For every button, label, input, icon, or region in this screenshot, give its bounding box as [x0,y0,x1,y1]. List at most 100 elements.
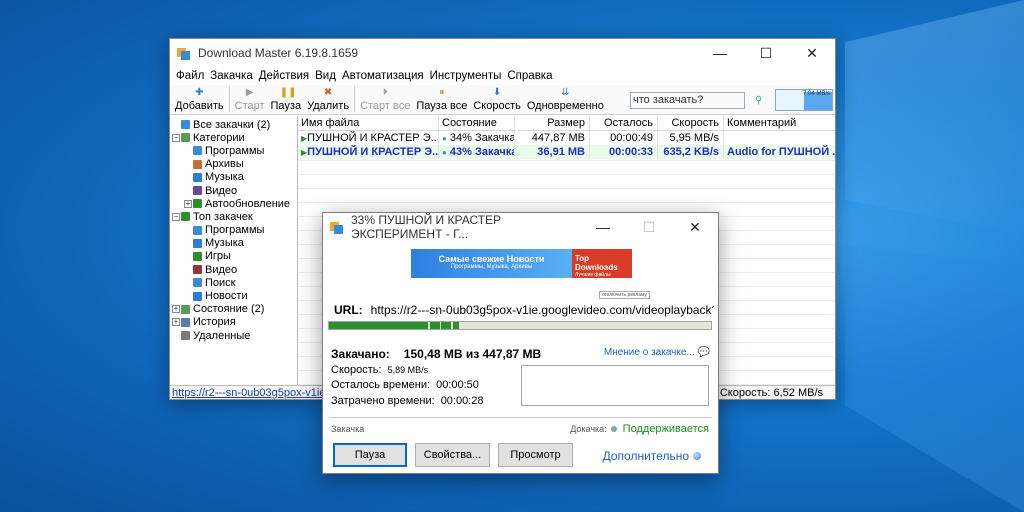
speed-arrow-icon: ⬇ [492,87,502,98]
menu-bar: Файл Закачка Действия Вид Автоматизация … [170,67,835,85]
expand-icon[interactable]: + [172,305,180,314]
col-filename[interactable]: Имя файла [298,116,439,130]
progress-dialog: 33% ПУШНОЙ И КРАСТЕР ЭКСПЕРИМЕНТ - Г... … [322,212,719,474]
menu-file[interactable]: Файл [173,70,207,82]
tree-item[interactable]: Видео [170,263,297,276]
tree-item[interactable]: Удаленные [170,329,297,342]
tree-item[interactable]: Поиск [170,276,297,289]
start-all-button[interactable]: ⏵ Старт все [357,87,413,112]
cell-speed: 635,2 KB/s [658,145,724,159]
speed-button[interactable]: ⬇ Скорость [470,87,524,112]
table-row[interactable]: ▶ПУШНОЙ И КРАСТЕР Э... ● 34% Закачка 447… [298,131,835,145]
expand-icon[interactable]: + [172,318,180,327]
tree-item[interactable]: Программы [170,144,297,157]
main-titlebar[interactable]: Download Master 6.19.8.1659 — ☐ ✕ [170,39,835,67]
search-input[interactable]: что закачать? [630,92,745,109]
speed-graph-label: 7.04 MB/s [802,91,830,97]
tree-item[interactable]: − Топ закачек [170,210,297,223]
menu-actions[interactable]: Действия [256,70,312,82]
tree-item[interactable]: Архивы [170,158,297,171]
tree-item-label: Игры [205,250,231,263]
toolbar: ✚ Добавить ▶ Старт ❚❚ Пауза ✖ Удалить ⏵ Старт… [170,85,835,115]
pause-all-button[interactable]: ⏸ Пауза все [413,87,470,112]
tree-item-label: Музыка [205,171,244,184]
cell-size: 36,91 MB [515,145,590,159]
downloaded-value: 150,48 MB из 447,87 MB [403,347,542,361]
minimize-icon[interactable]: — [697,39,743,67]
dialog-titlebar[interactable]: 33% ПУШНОЙ И КРАСТЕР ЭКСПЕРИМЕНТ - Г... … [323,213,718,241]
folder-icon [181,120,190,130]
tree-item-label: Музыка [205,237,244,250]
tree-item[interactable]: Музыка [170,237,297,250]
ad-banner[interactable]: Самые свежие Новости Программы, Музыка, … [411,249,632,278]
tree-item[interactable]: Новости [170,289,297,302]
pause-dialog-button[interactable]: Пауза [333,443,407,467]
tree-item[interactable]: + Состояние (2) [170,303,297,316]
elapsed-row: Затрачено времени: 00:00:28 [331,395,484,407]
delete-button[interactable]: ✖ Удалить [304,87,352,112]
add-button[interactable]: ✚ Добавить [172,87,227,112]
start-label: Старт [234,100,265,112]
download-progress-bar [328,321,712,330]
folder-icon [193,186,202,196]
menu-download[interactable]: Закачка [207,70,255,82]
speed-stat-label: Скорость: [331,364,382,376]
tree-item[interactable]: Музыка [170,171,297,184]
col-size[interactable]: Размер [515,116,590,130]
menu-tools[interactable]: Инструменты [427,70,505,82]
tree-item-label: Автообновление [205,197,291,210]
menu-help[interactable]: Справка [504,70,555,82]
collapse-icon[interactable]: − [172,212,180,221]
more-link[interactable]: Дополнительно [603,449,701,463]
col-comment[interactable]: Комментарий [724,116,835,130]
pause-label: Пауза [270,100,302,112]
maximize-icon[interactable]: ☐ [626,213,672,241]
folder-icon [193,238,202,248]
close-icon[interactable]: ✕ [789,39,835,67]
opinion-link[interactable]: Мнение о закачке... 💬 [604,347,710,358]
search-area: что закачать? ⚲ [630,92,769,109]
menu-view[interactable]: Вид [312,70,339,82]
collapse-icon[interactable]: − [172,133,180,142]
add-label: Добавить [175,100,224,112]
start-button[interactable]: ▶ Старт [232,87,268,112]
preview-button[interactable]: Просмотр [498,443,573,467]
search-icon[interactable]: ⚲ [755,95,769,106]
col-remaining[interactable]: Осталось [590,116,658,130]
col-speed[interactable]: Скорость [658,116,724,130]
desktop-light-beam [845,245,1024,512]
tree-item[interactable]: + История [170,316,297,329]
table-row[interactable]: ▶ПУШНОЙ И КРАСТЕР Э... ● 43% Закачка 36,… [298,145,835,159]
pause-all-label: Пауза все [416,100,468,112]
maximize-icon[interactable]: ☐ [743,39,789,67]
tree-item[interactable]: + Автообновление [170,197,297,210]
cell-filename: ▶ПУШНОЙ И КРАСТЕР Э... [298,145,439,159]
tree-item[interactable]: Все закачки (2) [170,118,297,131]
folder-icon [193,291,202,301]
remaining-label: Осталось времени: [331,379,431,391]
tree-item[interactable]: Программы [170,224,297,237]
delete-label: Удалить [307,100,350,112]
section-label: Закачка [331,424,365,434]
expand-icon[interactable]: + [184,199,192,208]
simultaneous-icon: ⇊ [561,87,570,98]
tree-item[interactable]: Видео [170,184,297,197]
minimize-icon[interactable]: — [580,213,626,241]
col-state[interactable]: Состояние [439,116,515,130]
downloaded-row: Закачано: 150,48 MB из 447,87 MB [331,347,541,361]
properties-button[interactable]: Свойства... [415,443,490,467]
menu-automation[interactable]: Автоматизация [339,70,427,82]
delete-icon: ✖ [323,87,333,98]
progress-segment [329,322,429,329]
status-dot-icon: ● [442,148,447,157]
disable-ad-button[interactable]: отключить рекламу [599,291,650,299]
tree-item[interactable]: Игры [170,250,297,263]
cell-filename: ▶ПУШНОЙ И КРАСТЕР Э... [298,131,439,145]
folder-icon [181,304,190,314]
tree-item-label: Новости [205,290,248,303]
cell-comment [724,131,835,145]
close-icon[interactable]: ✕ [672,213,718,241]
simultaneous-button[interactable]: ⇊ Одновременно [524,87,607,112]
tree-item[interactable]: − Категории [170,131,297,144]
pause-button[interactable]: ❚❚ Пауза [268,87,305,112]
